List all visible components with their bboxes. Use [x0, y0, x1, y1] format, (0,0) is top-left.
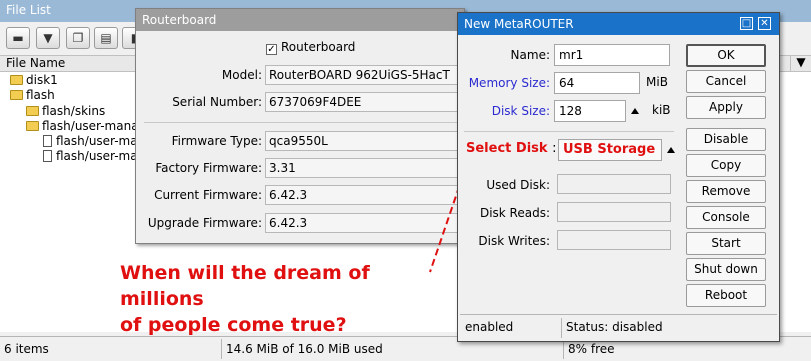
routerboard-title: Routerboard [136, 9, 464, 31]
folder-icon [26, 121, 39, 131]
memory-unit: MiB [646, 75, 668, 89]
disk-size-input[interactable]: 128 [554, 100, 626, 122]
start-button[interactable]: Start [686, 232, 766, 255]
disk-usage: 14.6 MiB of 16.0 MiB used [222, 339, 564, 359]
select-disk-dropdown[interactable]: USB Storage [558, 139, 662, 161]
reboot-button[interactable]: Reboot [686, 284, 766, 307]
collapse-up-icon[interactable] [631, 108, 639, 114]
current-firmware-field: 6.42.3 [265, 185, 464, 205]
ok-button[interactable]: OK [686, 44, 766, 67]
run-status: Status: disabled [566, 320, 663, 334]
disk-reads-field [557, 202, 671, 222]
paste-icon[interactable]: ▤ [94, 27, 118, 49]
model-field: RouterBOARD 962UiGS-5HacT [265, 65, 464, 85]
metarouter-title: New MetaROUTER [458, 13, 779, 35]
factory-firmware-field: 3.31 [265, 158, 464, 178]
firmware-type-label: Firmware Type: [171, 134, 262, 148]
list-item[interactable]: flash/user-mana [26, 118, 139, 134]
collapse-up-icon[interactable] [667, 147, 675, 153]
name-input[interactable]: mr1 [554, 44, 670, 66]
caption-line-2: of people come true? [120, 314, 347, 336]
console-button[interactable]: Console [686, 206, 766, 229]
copy-button[interactable]: Copy [686, 154, 766, 177]
disk-writes-field [557, 230, 671, 250]
upgrade-firmware-label: Upgrade Firmware: [147, 216, 262, 230]
column-menu-icon[interactable]: ▼ [790, 55, 811, 72]
disk-size-label: Disk Size: [491, 104, 550, 118]
filter-icon[interactable]: ▼ [36, 27, 60, 49]
enabled-status: enabled [462, 318, 562, 338]
factory-firmware-label: Factory Firmware: [155, 161, 262, 175]
free-space: 8% free [568, 342, 615, 356]
list-item[interactable]: flash/user-ma [43, 133, 138, 149]
divider [144, 122, 462, 123]
file-icon [43, 150, 52, 162]
used-disk-field [557, 174, 671, 194]
serial-number-field: 6737069F4DEE [265, 92, 464, 112]
list-item[interactable]: flash/user-ma [43, 148, 138, 164]
remove-button[interactable]: Remove [686, 180, 766, 203]
list-item[interactable]: flash [10, 87, 55, 103]
folder-icon [10, 75, 23, 85]
copy-icon[interactable]: ❐ [66, 27, 90, 49]
item-count: 6 items [0, 339, 222, 359]
maximize-icon[interactable]: □ [740, 17, 753, 30]
serial-number-label: Serial Number: [172, 95, 262, 109]
cancel-button[interactable]: Cancel [686, 70, 766, 93]
shut-down-button[interactable]: Shut down [686, 258, 766, 281]
caption-line-1: When will the dream of millions [120, 262, 370, 310]
check-icon: ✓ [266, 44, 277, 55]
upgrade-firmware-field: 6.42.3 [265, 213, 464, 233]
new-metarouter-window: New MetaROUTER □ ✕ Name: mr1 Memory Size… [457, 12, 780, 342]
minus-icon[interactable]: ▬ [6, 27, 30, 49]
divider [464, 131, 674, 132]
list-item[interactable]: flash/skins [26, 103, 105, 119]
apply-button[interactable]: Apply [686, 96, 766, 119]
routerboard-checkbox[interactable]: ✓ Routerboard [266, 39, 355, 55]
folder-icon [10, 90, 23, 100]
used-disk-label: Used Disk: [486, 178, 550, 192]
file-icon [43, 135, 52, 147]
folder-icon [26, 106, 39, 116]
disk-unit: kiB [652, 103, 671, 117]
metarouter-status-bar: enabled Status: disabled [460, 314, 777, 338]
disable-button[interactable]: Disable [686, 128, 766, 151]
close-icon[interactable]: ✕ [758, 17, 771, 30]
memory-size-label: Memory Size: [468, 76, 550, 90]
disk-writes-label: Disk Writes: [478, 234, 550, 248]
current-firmware-label: Current Firmware: [154, 188, 262, 202]
disk-reads-label: Disk Reads: [479, 206, 550, 220]
firmware-type-field: qca9550L [265, 131, 464, 151]
select-disk-label: Select Disk : [466, 141, 557, 156]
name-label: Name: [510, 48, 550, 62]
model-label: Model: [221, 68, 262, 82]
memory-size-input[interactable]: 64 [554, 72, 640, 94]
list-item[interactable]: disk1 [10, 72, 58, 88]
annotation-caption: When will the dream of millions of peopl… [120, 260, 440, 338]
routerboard-window: Routerboard ✓ Routerboard Model: RouterBO… [135, 8, 465, 244]
